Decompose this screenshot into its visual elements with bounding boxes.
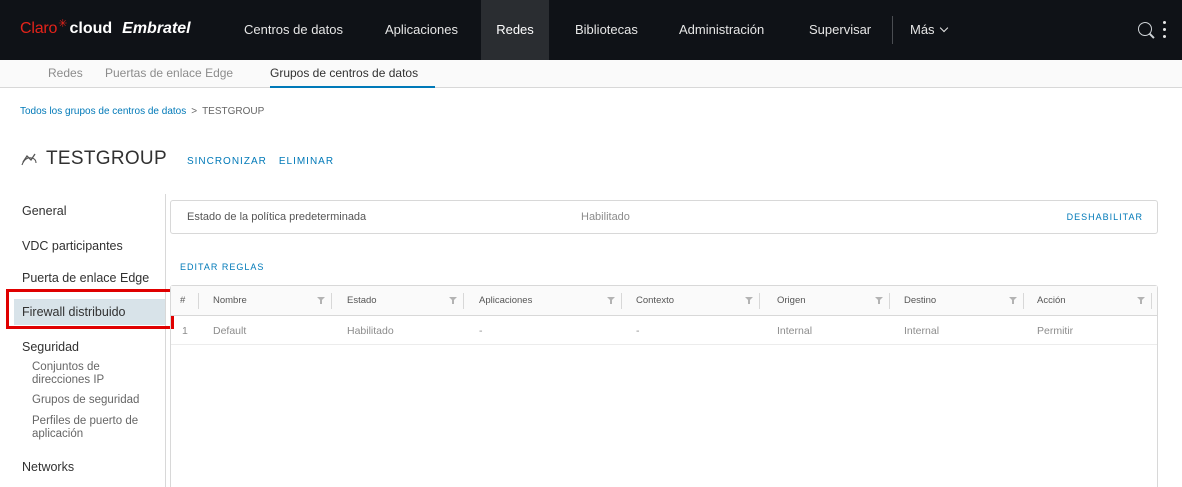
disable-button[interactable]: DESHABILITAR [1067,212,1143,222]
policy-status: Habilitado [581,211,630,223]
cell-estado: Habilitado [347,325,394,337]
nav-redes[interactable]: Redes [481,0,549,60]
policy-label: Estado de la política predeterminada [187,211,367,223]
brand-embratel: Embratel [122,20,191,37]
filter-icon[interactable] [1137,297,1145,304]
sidebar-item-seguridad[interactable]: Seguridad [22,340,79,354]
subnav-grupos-de-centros[interactable]: Grupos de centros de datos [270,60,435,88]
column-header-origen[interactable]: Origen [777,286,806,316]
column-divider[interactable] [331,293,332,309]
rules-table: # Nombre Estado Aplicaciones Contexto Or… [170,285,1158,487]
column-header-estado[interactable]: Estado [347,286,377,316]
cell-origen: Internal [777,325,813,337]
sidebar-item-puerta-de-enlace[interactable]: Puerta de enlace Edge [22,271,149,285]
brand-logo[interactable]: Claro ✳ cloud Embratel [20,18,191,38]
cell-destino: Internal [904,325,940,337]
default-policy-bar: Estado de la política predeterminada Hab… [170,200,1158,234]
subnav-redes[interactable]: Redes [48,60,83,88]
column-divider[interactable] [1151,293,1152,309]
sub-navigation: Redes Puertas de enlace Edge Grupos de c… [0,60,1182,88]
table-header: # Nombre Estado Aplicaciones Contexto Or… [171,286,1157,316]
filter-icon[interactable] [875,297,883,304]
cell-number: 1 [182,325,188,337]
column-header-contexto[interactable]: Contexto [636,286,674,316]
column-header-aplicaciones[interactable]: Aplicaciones [479,286,532,316]
column-divider[interactable] [1023,293,1024,309]
datacenter-group-icon [21,153,37,166]
table-row[interactable]: 1 Default Habilitado - - Internal Intern… [171,317,1157,345]
filter-icon[interactable] [607,297,615,304]
top-navigation: Claro ✳ cloud Embratel Centros de datos … [0,0,1182,60]
more-options-icon[interactable] [1163,21,1167,39]
column-header-destino[interactable]: Destino [904,286,936,316]
delete-button[interactable]: ELIMINAR [279,156,334,167]
cell-contexto: - [636,325,640,337]
column-divider[interactable] [759,293,760,309]
breadcrumb-separator: > [191,106,198,117]
cell-aplicaciones: - [479,325,483,337]
nav-centros-de-datos[interactable]: Centros de datos [232,0,355,60]
column-divider[interactable] [463,293,464,309]
sidebar-subitem-grupos-seguridad[interactable]: Grupos de seguridad [32,394,139,407]
chevron-down-icon [939,23,948,33]
breadcrumb-link-all-groups[interactable]: Todos los grupos de centros de datos [20,106,186,117]
brand-claro: Claro [20,20,58,37]
column-header-accion[interactable]: Acción [1037,286,1066,316]
nav-supervisar[interactable]: Supervisar [797,0,883,60]
sidebar-subitem-perfiles-puerto[interactable]: Perfiles de puerto de aplicación [32,415,158,441]
cell-accion: Permitir [1037,325,1074,337]
nav-administracion[interactable]: Administración [667,0,776,60]
nav-more-label: Más [910,22,935,37]
sidebar-item-firewall-distribuido[interactable]: Firewall distribuido [14,299,165,325]
filter-icon[interactable] [1009,297,1017,304]
nav-divider [892,16,893,44]
page-title: TESTGROUP [46,148,167,169]
sidebar-item-general[interactable]: General [22,204,66,218]
nav-aplicaciones[interactable]: Aplicaciones [373,0,470,60]
brand-cloud: cloud [69,20,113,37]
column-header-nombre[interactable]: Nombre [213,286,247,316]
brand-spark-icon: ✳ [58,18,68,30]
sidebar-item-vdc-participantes[interactable]: VDC participantes [22,239,123,253]
cell-nombre: Default [213,325,247,337]
sidebar-subitem-conjuntos-ip[interactable]: Conjuntos de direcciones IP [32,361,132,387]
sidebar-item-networks[interactable]: Networks [22,460,74,474]
column-divider[interactable] [889,293,890,309]
filter-icon[interactable] [317,297,325,304]
nav-more-menu[interactable]: Más [898,0,959,60]
filter-icon[interactable] [745,297,753,304]
search-icon[interactable] [1138,22,1152,36]
subnav-puertas-de-enlace[interactable]: Puertas de enlace Edge [105,60,233,88]
sync-button[interactable]: SINCRONIZAR [187,156,267,167]
nav-bibliotecas[interactable]: Bibliotecas [563,0,650,60]
breadcrumb: Todos los grupos de centros de datos > TES… [20,106,264,117]
column-header-number: # [180,295,186,306]
column-divider[interactable] [198,293,199,309]
filter-icon[interactable] [449,297,457,304]
sidebar: General VDC participantes Puerta de enla… [0,194,166,487]
title-row: TESTGROUP SINCRONIZAR ELIMINAR [20,148,334,170]
breadcrumb-current: TESTGROUP [202,106,265,117]
column-divider[interactable] [621,293,622,309]
edit-rules-button[interactable]: EDITAR REGLAS [180,262,264,272]
